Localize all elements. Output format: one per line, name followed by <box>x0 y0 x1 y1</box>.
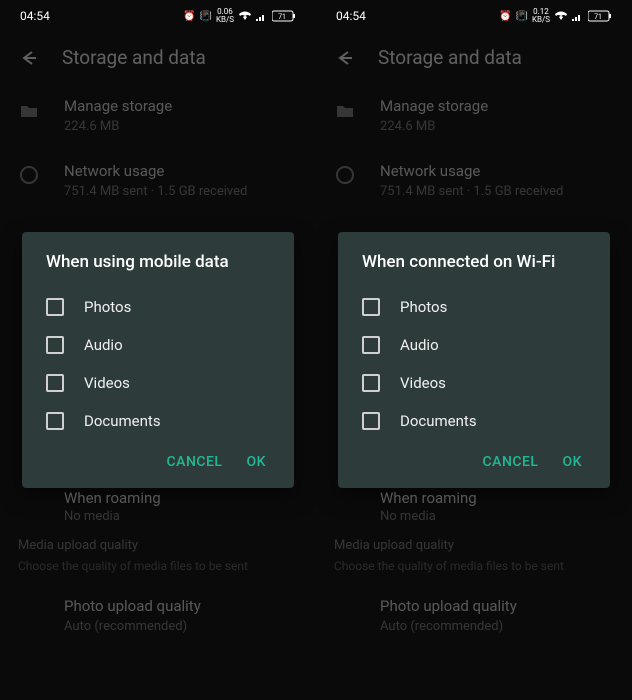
folder-icon <box>18 99 40 121</box>
check-label: Videos <box>84 374 130 392</box>
photo-quality-sub: Auto (recommended) <box>64 619 298 634</box>
signal-icon <box>256 11 268 21</box>
manage-storage-sub: 224.6 MB <box>380 119 614 134</box>
checkbox-icon[interactable] <box>46 412 64 430</box>
battery-icon: 71 <box>272 10 296 22</box>
media-quality-sub: Choose the quality of media files to be … <box>316 557 632 583</box>
dialog-mobile-data: When using mobile data Photos Audio Vide… <box>22 232 294 488</box>
checkbox-icon[interactable] <box>362 336 380 354</box>
alarm-icon: ⏰ <box>183 11 195 22</box>
roaming-item[interactable]: When roaming No media <box>316 489 632 524</box>
dialog-title: When using mobile data <box>32 252 284 288</box>
data-usage-icon <box>334 164 356 186</box>
checkbox-icon[interactable] <box>362 298 380 316</box>
photo-quality-sub: Auto (recommended) <box>380 619 614 634</box>
cancel-button[interactable]: CANCEL <box>483 454 539 470</box>
spacer-icon <box>18 599 40 621</box>
dialog-title: When connected on Wi-Fi <box>348 252 600 288</box>
check-audio[interactable]: Audio <box>348 326 600 364</box>
network-usage-title: Network usage <box>380 162 614 180</box>
vibrate-icon: 📳 <box>199 11 211 22</box>
network-usage-item[interactable]: Network usage 751.4 MB sent · 1.5 GB rec… <box>316 148 632 213</box>
media-quality-header: Media upload quality <box>316 524 632 557</box>
manage-storage-title: Manage storage <box>380 97 614 115</box>
page-title: Storage and data <box>378 46 522 69</box>
check-label: Videos <box>400 374 446 392</box>
wifi-icon <box>554 10 568 22</box>
folder-icon <box>334 99 356 121</box>
data-usage-icon <box>18 164 40 186</box>
check-documents[interactable]: Documents <box>32 402 284 440</box>
checkbox-icon[interactable] <box>362 412 380 430</box>
manage-storage-sub: 224.6 MB <box>64 119 298 134</box>
checkbox-icon[interactable] <box>46 374 64 392</box>
roaming-title: When roaming <box>64 489 316 507</box>
check-label: Audio <box>400 336 439 354</box>
photo-quality-item[interactable]: Photo upload quality Auto (recommended) <box>316 583 632 648</box>
check-label: Audio <box>84 336 123 354</box>
check-photos[interactable]: Photos <box>348 288 600 326</box>
roaming-sub: No media <box>380 509 632 524</box>
network-usage-title: Network usage <box>64 162 298 180</box>
network-usage-sub: 751.4 MB sent · 1.5 GB received <box>380 184 614 199</box>
photo-quality-title: Photo upload quality <box>380 597 614 615</box>
manage-storage-item[interactable]: Manage storage 224.6 MB <box>0 83 316 148</box>
status-right: ⏰ 📳 0.06KB/S 71 <box>183 8 296 24</box>
ok-button[interactable]: OK <box>247 454 267 470</box>
page-title: Storage and data <box>62 46 206 69</box>
check-label: Documents <box>400 412 477 430</box>
status-bar: 04:54 ⏰ 📳 0.12KB/S 71 <box>316 0 632 32</box>
network-speed: 0.06KB/S <box>216 8 234 24</box>
roaming-sub: No media <box>64 509 316 524</box>
wifi-icon <box>238 10 252 22</box>
check-label: Documents <box>84 412 161 430</box>
roaming-item[interactable]: When roaming No media <box>0 489 316 524</box>
check-documents[interactable]: Documents <box>348 402 600 440</box>
checkbox-icon[interactable] <box>362 374 380 392</box>
network-usage-item[interactable]: Network usage 751.4 MB sent · 1.5 GB rec… <box>0 148 316 213</box>
photo-quality-title: Photo upload quality <box>64 597 298 615</box>
check-label: Photos <box>400 298 447 316</box>
app-bar: Storage and data <box>316 32 632 83</box>
signal-icon <box>572 11 584 21</box>
media-quality-header: Media upload quality <box>0 524 316 557</box>
manage-storage-title: Manage storage <box>64 97 298 115</box>
check-videos[interactable]: Videos <box>32 364 284 402</box>
spacer-icon <box>334 599 356 621</box>
battery-icon: 71 <box>588 10 612 22</box>
network-speed: 0.12KB/S <box>532 8 550 24</box>
alarm-icon: ⏰ <box>499 11 511 22</box>
check-videos[interactable]: Videos <box>348 364 600 402</box>
check-photos[interactable]: Photos <box>32 288 284 326</box>
checkbox-icon[interactable] <box>46 298 64 316</box>
dialog-wifi: When connected on Wi-Fi Photos Audio Vid… <box>338 232 610 488</box>
dialog-actions: CANCEL OK <box>348 440 600 478</box>
dialog-actions: CANCEL OK <box>32 440 284 478</box>
vibrate-icon: 📳 <box>515 11 527 22</box>
network-usage-sub: 751.4 MB sent · 1.5 GB received <box>64 184 298 199</box>
phone-screen-left: 04:54 ⏰ 📳 0.06KB/S 71 Storage and data <box>0 0 316 700</box>
check-label: Photos <box>84 298 131 316</box>
ok-button[interactable]: OK <box>563 454 583 470</box>
media-quality-sub: Choose the quality of media files to be … <box>0 557 316 583</box>
back-icon[interactable] <box>18 48 38 68</box>
phone-screen-right: 04:54 ⏰ 📳 0.12KB/S 71 Storage and data <box>316 0 632 700</box>
checkbox-icon[interactable] <box>46 336 64 354</box>
svg-text:71: 71 <box>594 13 602 21</box>
status-time: 04:54 <box>336 9 366 23</box>
cancel-button[interactable]: CANCEL <box>167 454 223 470</box>
status-right: ⏰ 📳 0.12KB/S 71 <box>499 8 612 24</box>
status-bar: 04:54 ⏰ 📳 0.06KB/S 71 <box>0 0 316 32</box>
back-icon[interactable] <box>334 48 354 68</box>
svg-text:71: 71 <box>278 13 286 21</box>
roaming-title: When roaming <box>380 489 632 507</box>
status-time: 04:54 <box>20 9 50 23</box>
photo-quality-item[interactable]: Photo upload quality Auto (recommended) <box>0 583 316 648</box>
manage-storage-item[interactable]: Manage storage 224.6 MB <box>316 83 632 148</box>
check-audio[interactable]: Audio <box>32 326 284 364</box>
app-bar: Storage and data <box>0 32 316 83</box>
